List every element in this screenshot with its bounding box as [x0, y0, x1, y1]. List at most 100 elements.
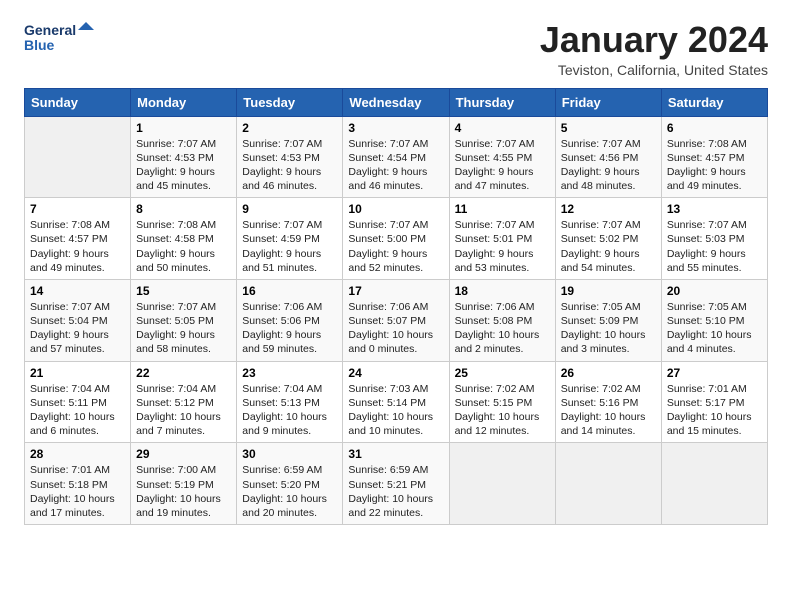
day-number: 3: [348, 121, 443, 135]
day-cell: 2 Sunrise: 7:07 AMSunset: 4:53 PMDaylight…: [237, 116, 343, 198]
day-number: 16: [242, 284, 337, 298]
day-cell: [661, 443, 767, 525]
day-info: Sunrise: 7:07 AMSunset: 5:05 PMDaylight:…: [136, 300, 231, 357]
day-number: 31: [348, 447, 443, 461]
day-number: 4: [455, 121, 550, 135]
day-cell: 23Sunrise: 7:04 AMSunset: 5:13 PMDayligh…: [237, 361, 343, 443]
day-number: 6: [667, 121, 762, 135]
header-thursday: Thursday: [449, 88, 555, 116]
week-row-2: 7 Sunrise: 7:08 AMSunset: 4:57 PMDaylight…: [25, 198, 768, 280]
day-info: Sunrise: 7:08 AMSunset: 4:58 PMDaylight:…: [136, 218, 231, 275]
day-cell: 5Sunrise: 7:07 AMSunset: 4:56 PMDaylight…: [555, 116, 661, 198]
day-number: 7: [30, 202, 125, 216]
day-info: Sunrise: 7:05 AMSunset: 5:10 PMDaylight:…: [667, 300, 762, 357]
day-number: 17: [348, 284, 443, 298]
calendar-table: SundayMondayTuesdayWednesdayThursdayFrid…: [24, 88, 768, 525]
day-number: 21: [30, 366, 125, 380]
day-cell: 19Sunrise: 7:05 AMSunset: 5:09 PMDayligh…: [555, 279, 661, 361]
day-number: 29: [136, 447, 231, 461]
day-cell: 24 Sunrise: 7:03 AMSunset: 5:14 PMDayligh…: [343, 361, 449, 443]
day-cell: 31 Sunrise: 6:59 AMSunset: 5:21 PMDayligh…: [343, 443, 449, 525]
day-number: 13: [667, 202, 762, 216]
day-info: Sunrise: 7:07 AMSunset: 5:04 PMDaylight:…: [30, 300, 125, 357]
day-info: Sunrise: 7:07 AMSunset: 4:54 PMDaylight:…: [348, 137, 443, 194]
day-number: 24: [348, 366, 443, 380]
day-number: 8: [136, 202, 231, 216]
day-info: Sunrise: 7:01 AMSunset: 5:17 PMDaylight:…: [667, 382, 762, 439]
title-area: January 2024 Teviston, California, Unite…: [540, 20, 768, 78]
day-cell: 21 Sunrise: 7:04 AMSunset: 5:11 PMDayligh…: [25, 361, 131, 443]
day-info: Sunrise: 7:07 AMSunset: 5:00 PMDaylight:…: [348, 218, 443, 275]
day-number: 1: [136, 121, 231, 135]
day-cell: 7 Sunrise: 7:08 AMSunset: 4:57 PMDaylight…: [25, 198, 131, 280]
day-number: 30: [242, 447, 337, 461]
day-cell: 27 Sunrise: 7:01 AMSunset: 5:17 PMDayligh…: [661, 361, 767, 443]
day-number: 14: [30, 284, 125, 298]
day-info: Sunrise: 6:59 AMSunset: 5:20 PMDaylight:…: [242, 463, 337, 520]
day-cell: [25, 116, 131, 198]
day-info: Sunrise: 7:03 AMSunset: 5:14 PMDaylight:…: [348, 382, 443, 439]
day-info: Sunrise: 7:07 AMSunset: 5:03 PMDaylight:…: [667, 218, 762, 275]
day-cell: [449, 443, 555, 525]
day-info: Sunrise: 7:01 AMSunset: 5:18 PMDaylight:…: [30, 463, 125, 520]
day-info: Sunrise: 7:02 AMSunset: 5:15 PMDaylight:…: [455, 382, 550, 439]
week-row-1: 1 Sunrise: 7:07 AMSunset: 4:53 PMDaylight…: [25, 116, 768, 198]
day-cell: 8 Sunrise: 7:08 AMSunset: 4:58 PMDaylight…: [131, 198, 237, 280]
day-number: 20: [667, 284, 762, 298]
day-cell: 11 Sunrise: 7:07 AMSunset: 5:01 PMDayligh…: [449, 198, 555, 280]
day-info: Sunrise: 7:08 AMSunset: 4:57 PMDaylight:…: [667, 137, 762, 194]
day-info: Sunrise: 7:08 AMSunset: 4:57 PMDaylight:…: [30, 218, 125, 275]
day-info: Sunrise: 7:00 AMSunset: 5:19 PMDaylight:…: [136, 463, 231, 520]
day-number: 28: [30, 447, 125, 461]
day-number: 12: [561, 202, 656, 216]
day-cell: 9 Sunrise: 7:07 AMSunset: 4:59 PMDaylight…: [237, 198, 343, 280]
day-cell: 14 Sunrise: 7:07 AMSunset: 5:04 PMDayligh…: [25, 279, 131, 361]
day-number: 15: [136, 284, 231, 298]
day-cell: 12 Sunrise: 7:07 AMSunset: 5:02 PMDayligh…: [555, 198, 661, 280]
day-info: Sunrise: 7:07 AMSunset: 5:01 PMDaylight:…: [455, 218, 550, 275]
day-info: Sunrise: 7:04 AMSunset: 5:12 PMDaylight:…: [136, 382, 231, 439]
day-info: Sunrise: 7:07 AMSunset: 4:53 PMDaylight:…: [242, 137, 337, 194]
day-cell: 26Sunrise: 7:02 AMSunset: 5:16 PMDayligh…: [555, 361, 661, 443]
day-cell: 10 Sunrise: 7:07 AMSunset: 5:00 PMDayligh…: [343, 198, 449, 280]
day-info: Sunrise: 7:02 AMSunset: 5:16 PMDaylight:…: [561, 382, 656, 439]
day-cell: 13 Sunrise: 7:07 AMSunset: 5:03 PMDayligh…: [661, 198, 767, 280]
day-number: 27: [667, 366, 762, 380]
day-cell: 4Sunrise: 7:07 AMSunset: 4:55 PMDaylight…: [449, 116, 555, 198]
svg-text:General: General: [24, 22, 76, 38]
day-number: 25: [455, 366, 550, 380]
day-number: 19: [561, 284, 656, 298]
day-cell: 22 Sunrise: 7:04 AMSunset: 5:12 PMDayligh…: [131, 361, 237, 443]
day-info: Sunrise: 7:07 AMSunset: 5:02 PMDaylight:…: [561, 218, 656, 275]
month-title: January 2024: [540, 20, 768, 60]
logo-svg: General Blue: [24, 20, 94, 56]
day-cell: 25 Sunrise: 7:02 AMSunset: 5:15 PMDayligh…: [449, 361, 555, 443]
day-info: Sunrise: 7:07 AMSunset: 4:59 PMDaylight:…: [242, 218, 337, 275]
logo: General Blue: [24, 20, 94, 56]
day-number: 22: [136, 366, 231, 380]
day-info: Sunrise: 7:06 AMSunset: 5:06 PMDaylight:…: [242, 300, 337, 357]
day-number: 11: [455, 202, 550, 216]
day-number: 5: [561, 121, 656, 135]
day-number: 2: [242, 121, 337, 135]
day-number: 23: [242, 366, 337, 380]
day-cell: 17Sunrise: 7:06 AMSunset: 5:07 PMDayligh…: [343, 279, 449, 361]
day-cell: 15 Sunrise: 7:07 AMSunset: 5:05 PMDayligh…: [131, 279, 237, 361]
day-info: Sunrise: 6:59 AMSunset: 5:21 PMDaylight:…: [348, 463, 443, 520]
day-info: Sunrise: 7:07 AMSunset: 4:53 PMDaylight:…: [136, 137, 231, 194]
day-number: 10: [348, 202, 443, 216]
header-saturday: Saturday: [661, 88, 767, 116]
header-monday: Monday: [131, 88, 237, 116]
day-cell: 30 Sunrise: 6:59 AMSunset: 5:20 PMDayligh…: [237, 443, 343, 525]
header-wednesday: Wednesday: [343, 88, 449, 116]
header-sunday: Sunday: [25, 88, 131, 116]
day-number: 18: [455, 284, 550, 298]
week-row-5: 28 Sunrise: 7:01 AMSunset: 5:18 PMDayligh…: [25, 443, 768, 525]
week-row-3: 14 Sunrise: 7:07 AMSunset: 5:04 PMDayligh…: [25, 279, 768, 361]
day-info: Sunrise: 7:04 AMSunset: 5:11 PMDaylight:…: [30, 382, 125, 439]
header-tuesday: Tuesday: [237, 88, 343, 116]
day-number: 9: [242, 202, 337, 216]
day-cell: 29 Sunrise: 7:00 AMSunset: 5:19 PMDayligh…: [131, 443, 237, 525]
svg-text:Blue: Blue: [24, 37, 55, 53]
header-friday: Friday: [555, 88, 661, 116]
